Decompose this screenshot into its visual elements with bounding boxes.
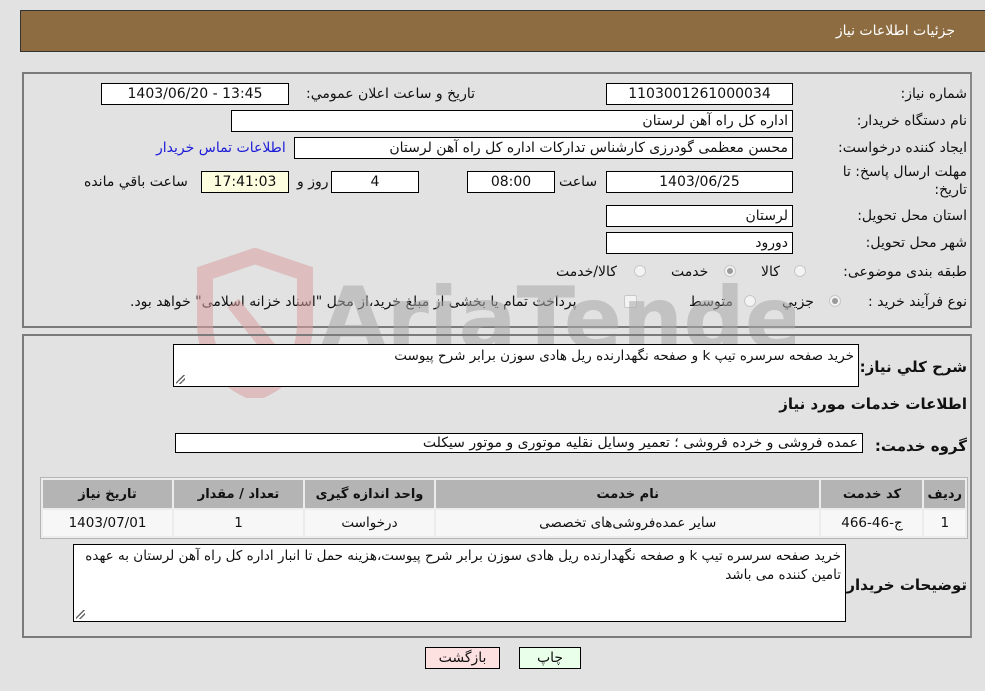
buyer-notes-text: خريد صفحه سرسره تيپ k و صفحه نگهدارنده ر… [85, 548, 841, 583]
creator-field: محسن معظمی گودرزی کارشناس تدارکات اداره … [294, 137, 793, 159]
deadline-label: مهلت ارسال پاسخ: تا [842, 164, 967, 180]
services-section-title: اطلاعات خدمات مورد نياز [779, 395, 967, 413]
description-text: خريد صفحه سرسره تيپ k و صفحه نگهدارنده ر… [394, 348, 854, 364]
category-option-goods-service: کالا/خدمت [556, 264, 617, 280]
resize-handle-icon[interactable] [76, 610, 85, 619]
category-radio-goods-service[interactable] [634, 265, 646, 277]
page-title: جزئیات اطلاعات نیاز [835, 23, 955, 39]
buyer-contact-link[interactable]: اطلاعات تماس خريدار [156, 140, 286, 156]
col-header-row-number: رديف [924, 480, 965, 508]
col-header-service-code: کد خدمت [821, 480, 923, 508]
process-radio-minor[interactable] [829, 295, 841, 307]
days-label: روز و [297, 174, 329, 190]
deadline-date-field: 1403/06/25 [606, 171, 793, 193]
description-label: شرح کلي نياز: [859, 358, 967, 376]
buyer-org-field: اداره کل راه آهن لرستان [231, 110, 793, 132]
category-option-goods: کالا [761, 264, 780, 280]
need-number-field: 1103001261000034 [606, 83, 793, 105]
announce-label: تاريخ و ساعت اعلان عمومي: [306, 86, 475, 102]
city-label: شهر محل تحويل: [865, 235, 967, 251]
process-option-minor: جزيي [782, 294, 814, 310]
table-row: 1 ج-46-466 ساير عمده‌فروشی‌های تخصصی درخ… [43, 510, 965, 536]
remaining-time-label: ساعت باقي مانده [84, 174, 188, 190]
deadline-time-label: ساعت [559, 174, 598, 190]
cell-service-name: ساير عمده‌فروشی‌های تخصصی [436, 510, 820, 536]
service-group-field: عمده فروشی و خرده فروشی ؛ تعمير وسايل نق… [175, 433, 863, 453]
service-group-label: گروه خدمت: [874, 437, 967, 455]
services-table: رديف کد خدمت نام خدمت واحد اندازه گيری ت… [40, 477, 968, 539]
remaining-time-field: 17:41:03 [201, 171, 289, 193]
province-label: استان محل تحويل: [857, 208, 967, 224]
process-radio-medium[interactable] [744, 295, 756, 307]
description-textarea[interactable]: خريد صفحه سرسره تيپ k و صفحه نگهدارنده ر… [173, 344, 859, 387]
category-label: طبقه بندی موضوعی: [843, 264, 967, 280]
col-header-service-name: نام خدمت [436, 480, 820, 508]
process-option-medium: متوسط [689, 294, 733, 310]
treasury-payment-checkbox[interactable] [624, 295, 637, 308]
category-radio-service[interactable] [724, 265, 736, 277]
table-header-row: رديف کد خدمت نام خدمت واحد اندازه گيری ت… [43, 480, 965, 508]
col-header-need-date: تاريخ نياز [43, 480, 172, 508]
need-number-label: شماره نياز: [900, 86, 968, 102]
cell-row-number: 1 [924, 510, 965, 536]
col-header-quantity: تعداد / مقدار [174, 480, 303, 508]
cell-unit: درخواست [305, 510, 434, 536]
cell-service-code: ج-46-466 [821, 510, 923, 536]
deadline-time-field: 08:00 [467, 171, 555, 193]
category-option-service: خدمت [671, 264, 709, 280]
remaining-days-field: 4 [331, 171, 419, 193]
cell-need-date: 1403/07/01 [43, 510, 172, 536]
page-header: جزئیات اطلاعات نیاز [20, 10, 985, 52]
buyer-notes-label: توضيحات خريدار: [840, 576, 967, 594]
creator-label: ايجاد کننده درخواست: [838, 140, 967, 156]
category-radio-goods[interactable] [794, 265, 806, 277]
city-field: دورود [606, 232, 793, 254]
buyer-notes-textarea[interactable]: خريد صفحه سرسره تيپ k و صفحه نگهدارنده ر… [73, 544, 846, 622]
province-field: لرستان [606, 205, 793, 227]
back-button[interactable]: بازگشت [425, 647, 500, 669]
process-label: نوع فرآيند خريد : [868, 294, 967, 310]
deadline-label-date: تاريخ: [934, 182, 967, 198]
announce-datetime-field: 1403/06/20 - 13:45 [101, 83, 289, 105]
buyer-org-label: نام دستگاه خريدار: [856, 113, 967, 129]
treasury-payment-note: پرداخت تمام يا بخشی از مبلغ خريد،از محل … [130, 294, 577, 310]
resize-handle-icon[interactable] [176, 375, 185, 384]
col-header-unit: واحد اندازه گيری [305, 480, 434, 508]
cell-quantity: 1 [174, 510, 303, 536]
print-button[interactable]: چاپ [519, 647, 581, 669]
